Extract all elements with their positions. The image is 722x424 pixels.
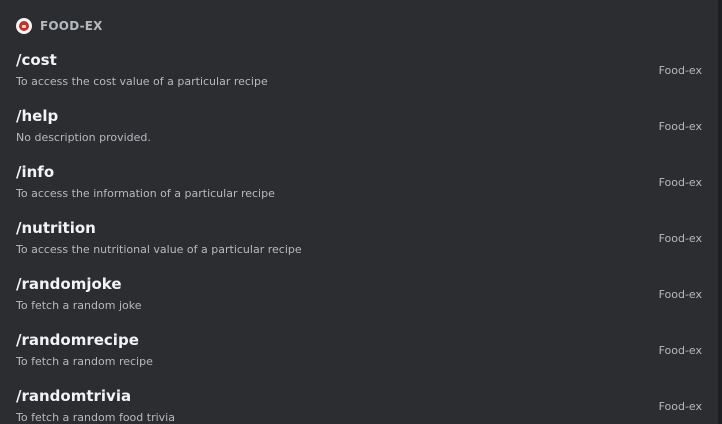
- command-source: Food-ex: [658, 400, 702, 413]
- command-description: To fetch a random food trivia: [16, 411, 175, 424]
- command-name: /nutrition: [16, 219, 96, 237]
- command-source: Food-ex: [658, 232, 702, 245]
- command-item-randomtrivia[interactable]: /randomtrivia To fetch a random food tri…: [0, 380, 718, 424]
- food-ex-app-icon: [16, 18, 32, 34]
- command-description: To access the nutritional value of a par…: [16, 243, 302, 256]
- command-name: /randomjoke: [16, 275, 122, 293]
- slash-command-popup: FOOD-EX /cost To access the cost value o…: [0, 0, 718, 424]
- command-name: /help: [16, 107, 59, 125]
- command-item-cost[interactable]: /cost To access the cost value of a part…: [0, 44, 718, 100]
- command-item-randomrecipe[interactable]: /randomrecipe To fetch a random recipe F…: [0, 324, 718, 380]
- command-source: Food-ex: [658, 120, 702, 133]
- command-name: /randomrecipe: [16, 331, 139, 349]
- command-source: Food-ex: [658, 344, 702, 357]
- command-item-info[interactable]: /info To access the information of a par…: [0, 156, 718, 212]
- app-section-header: FOOD-EX: [16, 17, 103, 35]
- command-description: To access the information of a particula…: [16, 187, 275, 200]
- app-icon-graphic: [19, 21, 29, 31]
- command-description: To access the cost value of a particular…: [16, 75, 268, 88]
- command-description: No description provided.: [16, 131, 151, 144]
- command-item-help[interactable]: /help No description provided. Food-ex: [0, 100, 718, 156]
- command-name: /info: [16, 163, 55, 181]
- command-source: Food-ex: [658, 176, 702, 189]
- command-source: Food-ex: [658, 288, 702, 301]
- scrollbar[interactable]: [718, 0, 722, 424]
- command-source: Food-ex: [658, 64, 702, 77]
- command-description: To fetch a random recipe: [16, 355, 153, 368]
- app-name: FOOD-EX: [40, 19, 103, 33]
- command-item-randomjoke[interactable]: /randomjoke To fetch a random joke Food-…: [0, 268, 718, 324]
- command-description: To fetch a random joke: [16, 299, 142, 312]
- command-list: /cost To access the cost value of a part…: [0, 44, 718, 424]
- command-name: /randomtrivia: [16, 387, 132, 405]
- command-item-nutrition[interactable]: /nutrition To access the nutritional val…: [0, 212, 718, 268]
- command-name: /cost: [16, 51, 57, 69]
